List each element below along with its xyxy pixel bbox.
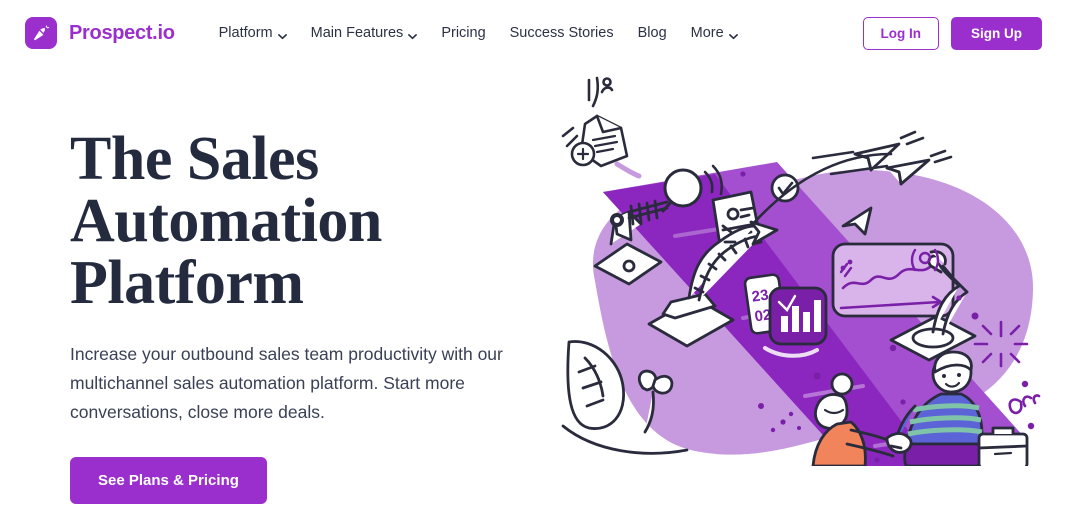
nav-item-label: Success Stories: [509, 25, 614, 41]
squiggle-decor: [1008, 394, 1041, 415]
nav-item-label: Platform: [218, 25, 273, 41]
nav-item-label: Pricing: [441, 25, 486, 41]
add-contact-icon: [570, 141, 596, 167]
nav-item-more[interactable]: More: [679, 19, 750, 47]
chevron-down-icon: [408, 29, 418, 39]
sign-up-button[interactable]: Sign Up: [951, 16, 1042, 50]
brand-logo[interactable]: Prospect.io: [25, 17, 175, 49]
hero-section: The Sales Automation Platform Increase y…: [0, 66, 1067, 514]
hero-title-line-3: Platform: [70, 249, 304, 317]
handshake-icon: [885, 432, 913, 454]
sales-automation-illustration: 23 02: [555, 66, 1055, 514]
nav-item-label: Main Features: [310, 25, 404, 41]
nav-item-pricing[interactable]: Pricing: [429, 19, 497, 47]
nav-item-platform[interactable]: Platform: [207, 19, 299, 47]
chevron-down-icon: [728, 29, 738, 39]
chevron-down-icon: [277, 29, 287, 39]
hero-copy: The Sales Automation Platform Increase y…: [25, 66, 545, 514]
hero-title-line-1: The Sales: [70, 125, 319, 193]
header-actions: Log In Sign Up: [862, 16, 1042, 50]
nav-item-success-stories[interactable]: Success Stories: [498, 19, 626, 47]
hero-title-line-2: Automation: [70, 187, 382, 255]
site-header: Prospect.io Platform Main Features Prici…: [0, 0, 1067, 66]
log-in-button[interactable]: Log In: [862, 16, 939, 50]
briefcase-icon: [977, 426, 1029, 466]
see-plans-and-pricing-button[interactable]: See Plans & Pricing: [70, 457, 267, 504]
main-navigation: Platform Main Features Pricing Success S…: [207, 19, 863, 47]
nav-item-label: More: [690, 25, 724, 41]
bar-chart-icon: [768, 286, 828, 346]
page-title: The Sales Automation Platform: [70, 128, 545, 314]
nav-item-blog[interactable]: Blog: [626, 19, 679, 47]
hero-subtitle: Increase your outbound sales team produc…: [70, 344, 503, 422]
carrot-icon: [25, 17, 57, 49]
calendar-day: 23: [751, 287, 770, 306]
brand-name: Prospect.io: [69, 21, 175, 44]
nav-item-label: Blog: [637, 25, 667, 41]
nav-item-main-features[interactable]: Main Features: [299, 19, 430, 47]
